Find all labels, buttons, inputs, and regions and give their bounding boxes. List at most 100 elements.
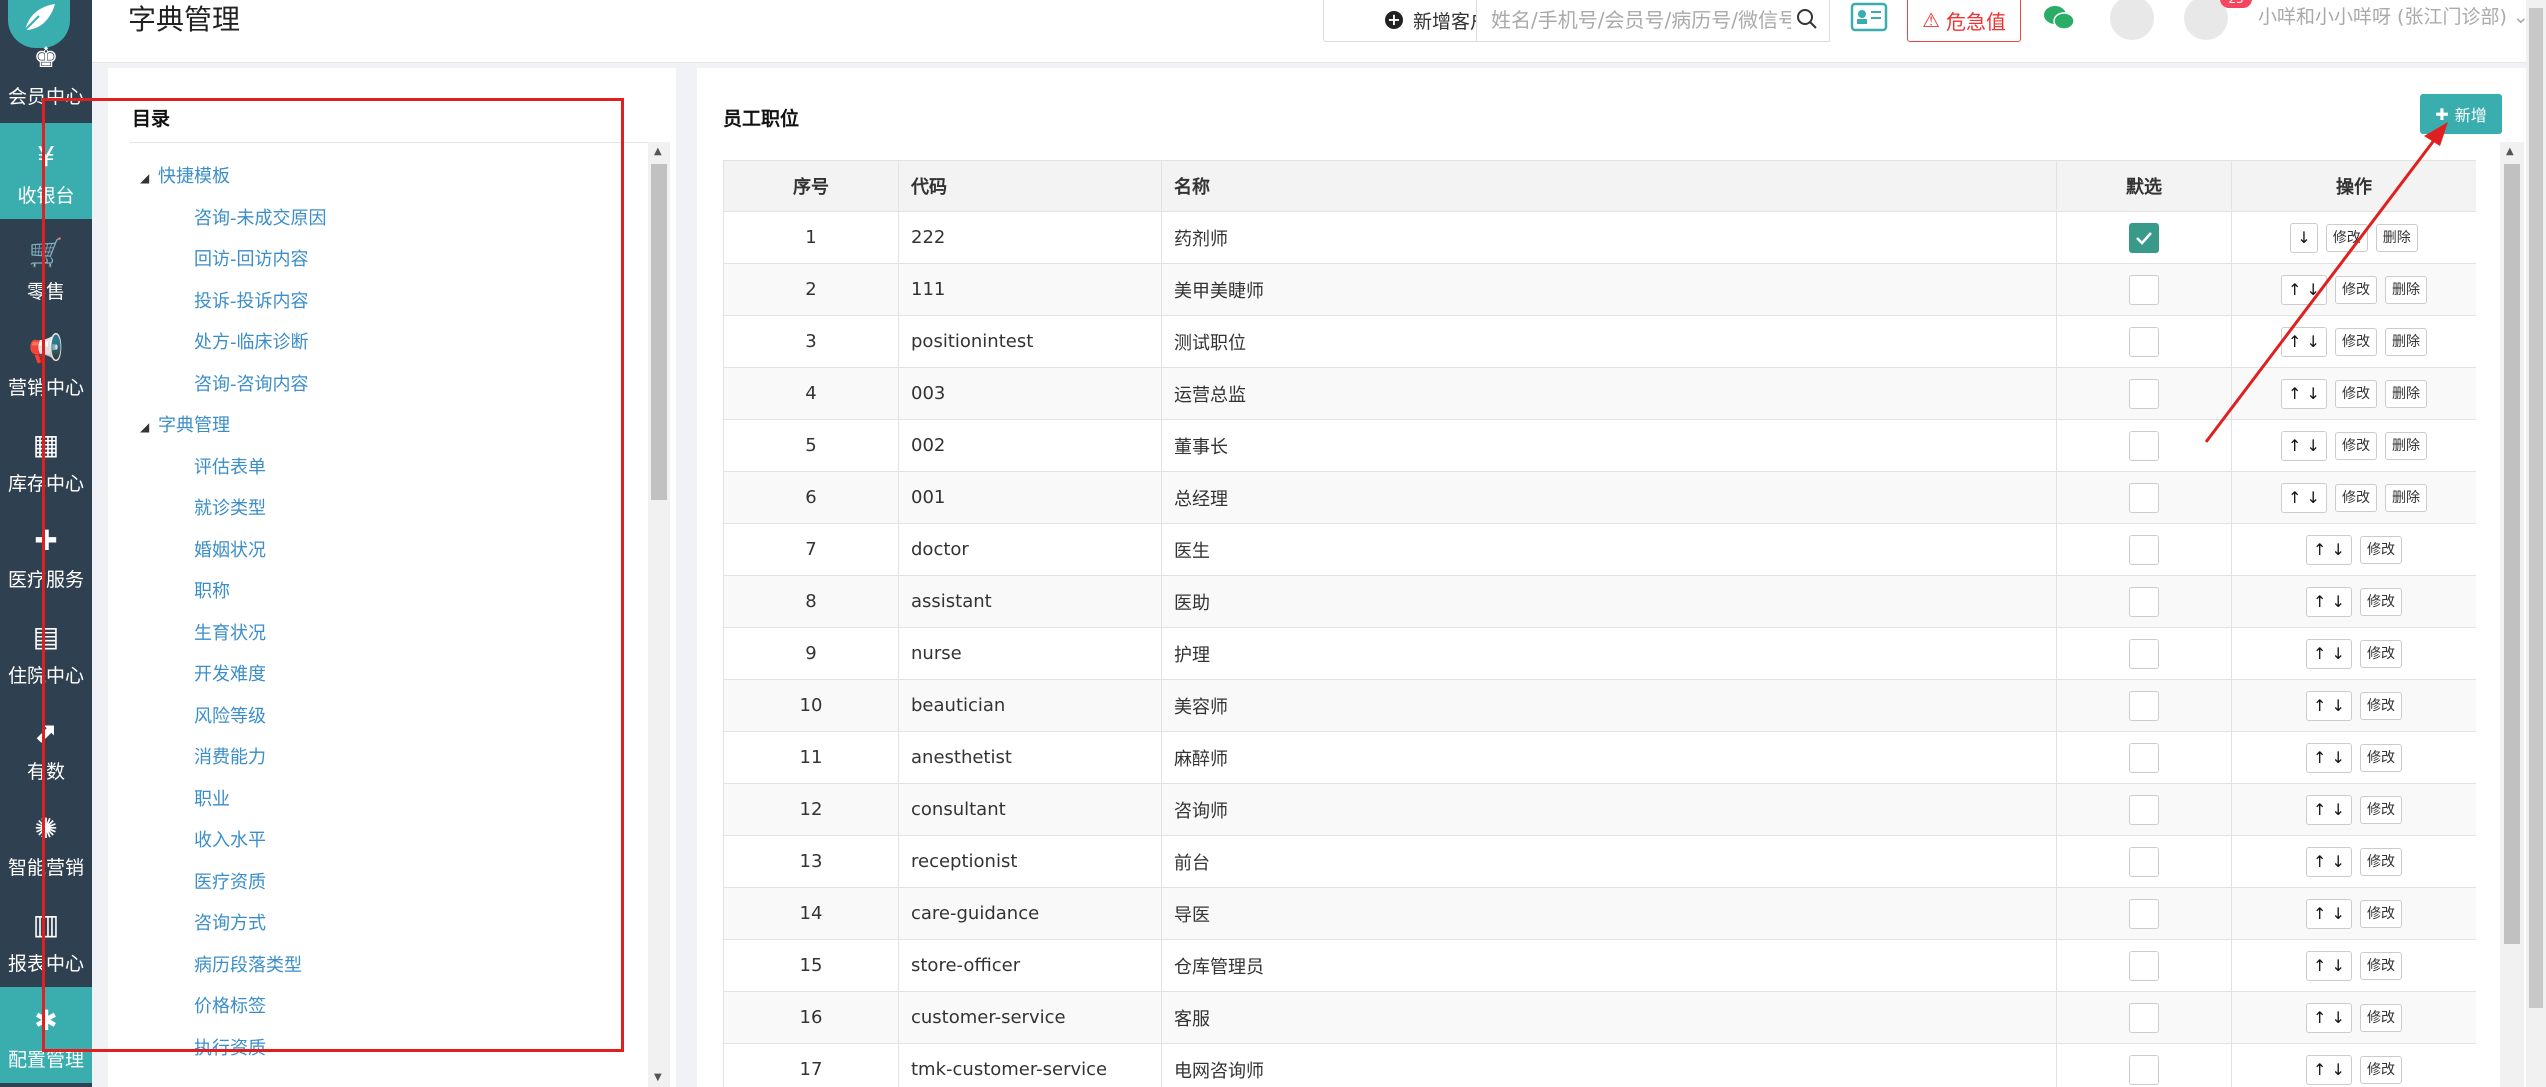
sidebar-item-5[interactable]: ✚ 医疗服务: [0, 507, 92, 603]
tree-item[interactable]: 投诉-投诉内容: [194, 287, 309, 313]
sidebar-item-0[interactable]: ♚ 会员中心: [0, 24, 92, 120]
edit-button[interactable]: 修改: [2334, 327, 2377, 356]
edit-button[interactable]: 修改: [2359, 639, 2402, 668]
delete-button[interactable]: 删除: [2384, 379, 2427, 408]
edit-button[interactable]: 修改: [2359, 743, 2402, 772]
edit-button[interactable]: 修改: [2334, 379, 2377, 408]
collapse-triangle-icon[interactable]: ◢: [140, 171, 158, 185]
default-checkbox[interactable]: [2129, 430, 2159, 461]
delete-button[interactable]: 删除: [2384, 275, 2427, 304]
table-scrollbar[interactable]: ▲: [2500, 142, 2524, 1087]
delete-button[interactable]: 删除: [2384, 327, 2427, 356]
default-checkbox[interactable]: [2129, 586, 2159, 617]
sidebar-item-7[interactable]: ⬈ 有数: [0, 699, 92, 795]
tree-item[interactable]: 咨询-咨询内容: [194, 370, 309, 396]
tree-item[interactable]: 消费能力: [194, 743, 266, 769]
catalog-scrollbar[interactable]: ▲ ▼: [648, 142, 670, 1087]
tree-item[interactable]: 病历段落类型: [194, 951, 302, 977]
notification-bell-icon[interactable]: [2184, 0, 2228, 40]
tree-item[interactable]: 执行资质: [194, 1034, 266, 1060]
move-buttons[interactable]: ↑ ↓: [2306, 534, 2352, 565]
edit-button[interactable]: 修改: [2359, 587, 2402, 616]
tree-item[interactable]: 咨询-未成交原因: [194, 204, 327, 230]
default-checkbox[interactable]: [2129, 482, 2159, 513]
tree-item[interactable]: 收入水平: [194, 826, 266, 852]
critical-value-button[interactable]: ⚠ 危急值: [1907, 0, 2021, 42]
default-checkbox[interactable]: [2129, 742, 2159, 773]
wechat-icon[interactable]: [2041, 0, 2077, 36]
edit-button[interactable]: 修改: [2359, 795, 2402, 824]
tree-item[interactable]: 生育状况: [194, 619, 266, 645]
sidebar-item-1[interactable]: ¥ 收银台: [0, 123, 92, 219]
move-buttons[interactable]: ↑ ↓: [2281, 378, 2327, 409]
tree-group[interactable]: ◢ 快捷模板: [140, 162, 230, 188]
search-icon[interactable]: [1795, 7, 1819, 31]
default-checkbox[interactable]: [2129, 898, 2159, 929]
move-buttons[interactable]: ↑ ↓: [2306, 1002, 2352, 1033]
tree-item[interactable]: 医疗资质: [194, 868, 266, 894]
scroll-thumb[interactable]: [2504, 164, 2520, 944]
edit-button[interactable]: 修改: [2359, 951, 2402, 980]
search-input[interactable]: [1477, 0, 1793, 41]
edit-button[interactable]: 修改: [2359, 535, 2402, 564]
edit-button[interactable]: 修改: [2359, 1055, 2402, 1084]
default-checkbox[interactable]: [2129, 378, 2159, 409]
default-checkbox[interactable]: [2129, 274, 2159, 305]
default-checkbox[interactable]: [2129, 846, 2159, 877]
edit-button[interactable]: 修改: [2359, 899, 2402, 928]
page-scroll-thumb[interactable]: [2529, 8, 2543, 1008]
scroll-thumb[interactable]: [651, 164, 667, 500]
default-checkbox[interactable]: [2129, 534, 2159, 565]
move-buttons[interactable]: ↑ ↓: [2281, 482, 2327, 513]
move-buttons[interactable]: ↑ ↓: [2306, 638, 2352, 669]
tree-item[interactable]: 职称: [194, 577, 230, 603]
edit-button[interactable]: 修改: [2334, 483, 2377, 512]
edit-button[interactable]: 修改: [2325, 223, 2368, 252]
move-buttons[interactable]: ↑ ↓: [2306, 846, 2352, 877]
tree-item[interactable]: 价格标签: [194, 992, 266, 1018]
move-buttons[interactable]: ↑ ↓: [2306, 1054, 2352, 1085]
default-checkbox[interactable]: [2129, 690, 2159, 721]
sidebar-item-6[interactable]: ▤ 住院中心: [0, 603, 92, 699]
delete-button[interactable]: 删除: [2384, 431, 2427, 460]
move-buttons[interactable]: ↑ ↓: [2306, 950, 2352, 981]
default-checkbox[interactable]: [2129, 1002, 2159, 1033]
group-chat-icon[interactable]: [2110, 0, 2154, 40]
user-menu[interactable]: 小咩和小小咩呀 (张江门诊部) ⌄: [2258, 2, 2529, 29]
scroll-up-icon[interactable]: ▲: [654, 146, 662, 157]
sidebar-item-8[interactable]: ✺ 智能营销: [0, 795, 92, 891]
default-checkbox[interactable]: [2129, 222, 2159, 253]
tree-item[interactable]: 咨询方式: [194, 909, 266, 935]
sidebar-item-2[interactable]: 🛒 零售: [0, 219, 92, 315]
edit-button[interactable]: 修改: [2359, 1003, 2402, 1032]
default-checkbox[interactable]: [2129, 950, 2159, 981]
move-buttons[interactable]: ↑ ↓: [2281, 430, 2327, 461]
sidebar-item-10[interactable]: ✱ 配置管理: [0, 987, 92, 1083]
edit-button[interactable]: 修改: [2334, 431, 2377, 460]
page-scrollbar[interactable]: [2526, 0, 2546, 1087]
move-buttons[interactable]: ↑ ↓: [2306, 690, 2352, 721]
delete-button[interactable]: 删除: [2375, 223, 2418, 252]
scroll-up-icon[interactable]: ▲: [2506, 146, 2514, 157]
move-buttons[interactable]: ↑ ↓: [2306, 742, 2352, 773]
default-checkbox[interactable]: [2129, 794, 2159, 825]
edit-button[interactable]: 修改: [2359, 691, 2402, 720]
tree-item[interactable]: 处方-临床诊断: [194, 328, 309, 354]
move-buttons[interactable]: ↓: [2290, 222, 2318, 253]
move-buttons[interactable]: ↑ ↓: [2306, 794, 2352, 825]
sidebar-item-4[interactable]: ▦ 库存中心: [0, 411, 92, 507]
tree-item[interactable]: 就诊类型: [194, 494, 266, 520]
tree-item[interactable]: 评估表单: [194, 453, 266, 479]
tree-group[interactable]: ◢ 字典管理: [140, 411, 230, 437]
move-buttons[interactable]: ↑ ↓: [2306, 586, 2352, 617]
sidebar-item-9[interactable]: ▥ 报表中心: [0, 891, 92, 987]
delete-button[interactable]: 删除: [2384, 483, 2427, 512]
tree-item[interactable]: 开发难度: [194, 660, 266, 686]
tree-item[interactable]: 婚姻状况: [194, 536, 266, 562]
id-card-icon[interactable]: [1848, 0, 1890, 38]
add-button[interactable]: ✚ 新增: [2420, 94, 2502, 134]
scroll-down-icon[interactable]: ▼: [654, 1072, 662, 1083]
collapse-triangle-icon[interactable]: ◢: [140, 420, 158, 434]
tree-item[interactable]: 回访-回访内容: [194, 245, 309, 271]
edit-button[interactable]: 修改: [2359, 847, 2402, 876]
